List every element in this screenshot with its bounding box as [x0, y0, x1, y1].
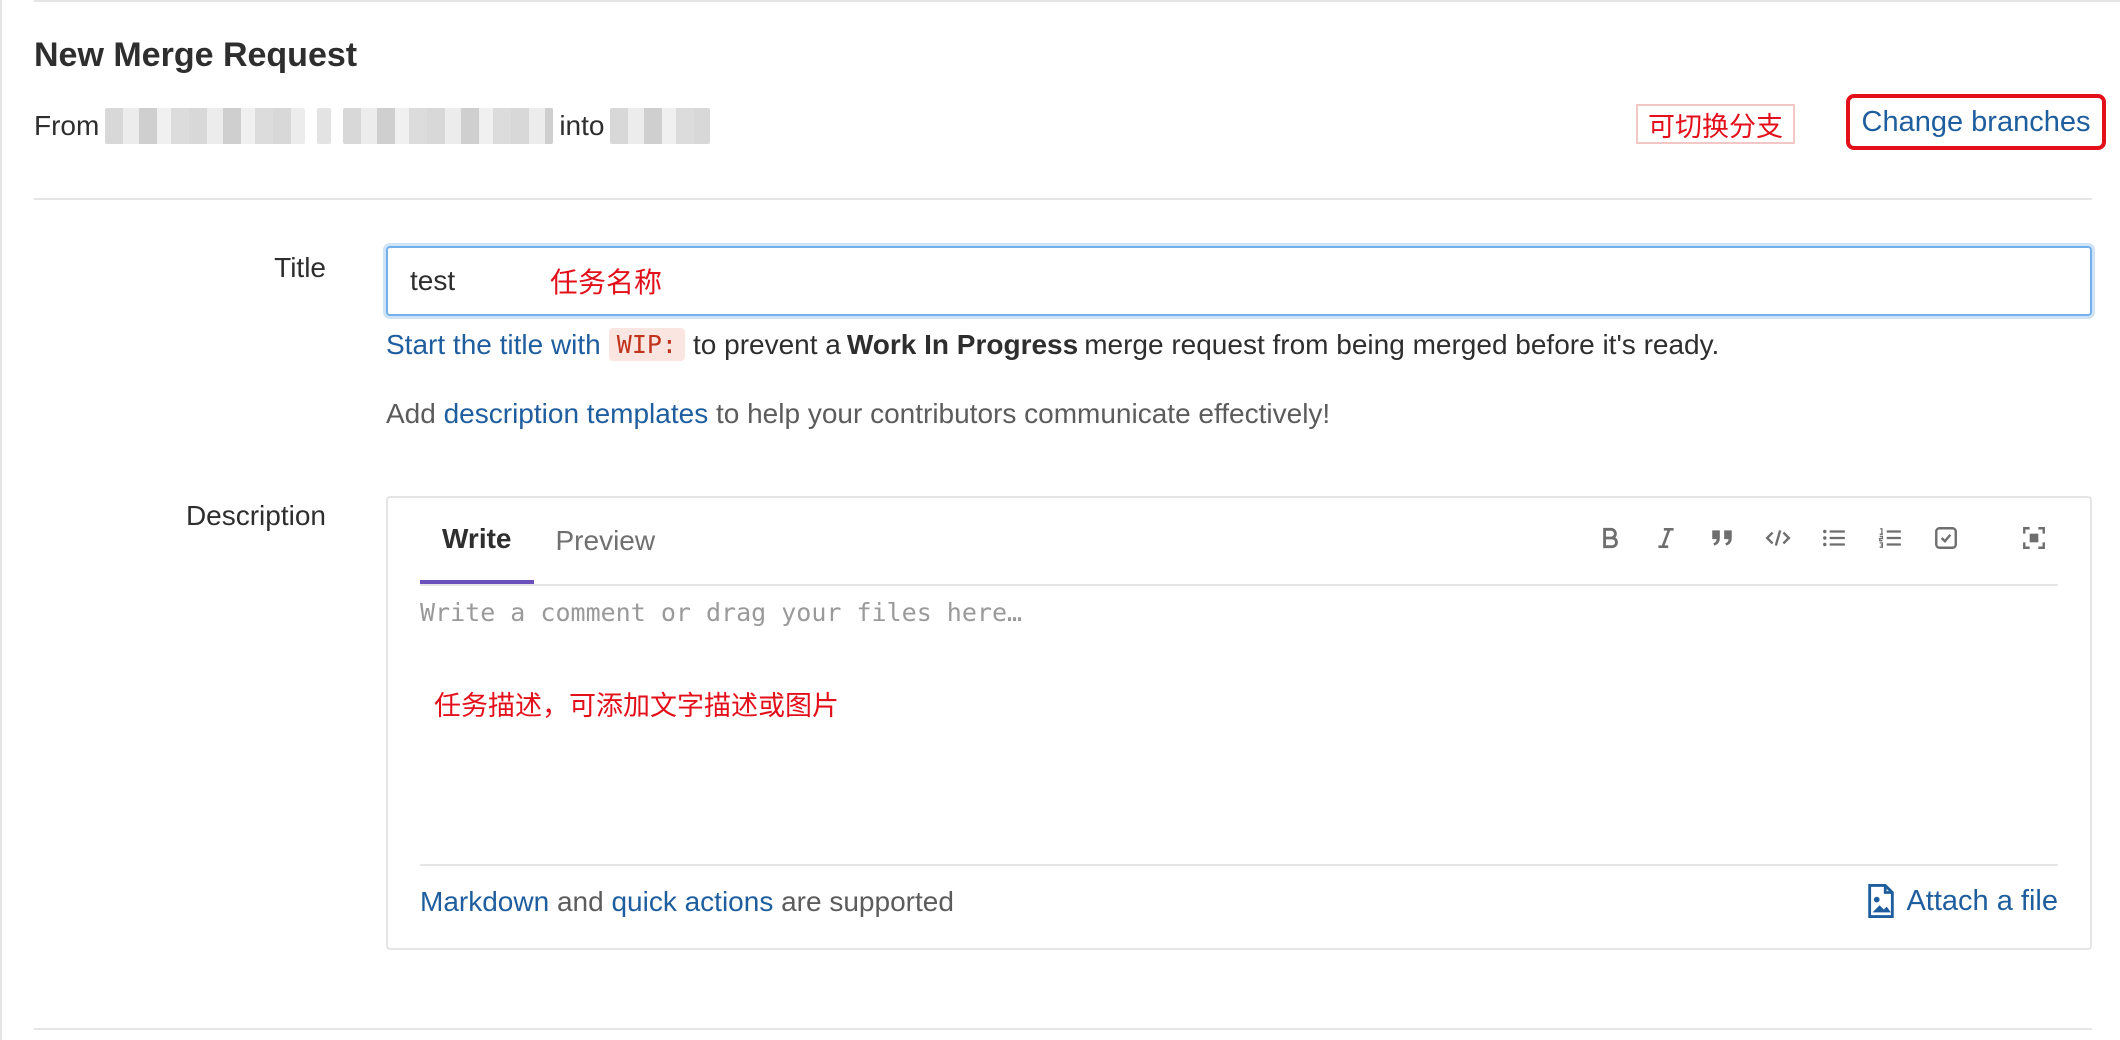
change-branches-link[interactable]: Change branches [1846, 94, 2106, 150]
wip-hint-link[interactable]: Start the title with [386, 329, 601, 361]
into-label: into [559, 110, 605, 141]
title-annotation: 任务名称 [550, 267, 663, 298]
source-branch-redacted [343, 108, 554, 144]
editor-tabs: Write Preview [420, 498, 677, 584]
left-border [0, 0, 2, 1040]
title-value: test [410, 265, 456, 296]
tab-preview[interactable]: Preview [534, 498, 678, 584]
from-label: From [34, 110, 100, 141]
task-list-icon[interactable] [1918, 516, 1974, 560]
fullscreen-icon[interactable] [2006, 516, 2062, 560]
target-branch-redacted [610, 108, 711, 144]
section-divider [34, 198, 2092, 200]
code-icon[interactable] [1750, 516, 1806, 560]
attach-file-label: Attach a file [1906, 884, 2058, 917]
templates-hint: Add description templates to help your c… [386, 398, 1330, 430]
attach-file-button[interactable]: Attach a file [1866, 884, 2058, 918]
wip-hint-middle: to prevent a [692, 328, 841, 360]
wip-code: WIP: [608, 328, 685, 361]
markdown-toolbar [1582, 516, 2062, 560]
quick-actions-link[interactable]: quick actions [611, 886, 773, 917]
numbered-list-icon[interactable] [1862, 516, 1918, 560]
footer-divider [420, 864, 2058, 866]
templates-hint-prefix: Add [386, 398, 436, 429]
editor-footer: Markdown and quick actions are supported [420, 886, 954, 918]
page-title: New Merge Request [34, 36, 358, 74]
source-branch-redacted [105, 108, 306, 144]
tabs-divider [420, 584, 2058, 586]
bottom-divider [34, 1028, 2092, 1030]
title-input[interactable]: test 任务名称 [386, 246, 2092, 316]
italic-icon[interactable] [1638, 516, 1694, 560]
description-templates-link[interactable]: description templates [444, 398, 709, 429]
bold-icon[interactable] [1582, 516, 1638, 560]
image-file-icon [1868, 884, 1895, 918]
description-editor: Write Preview 任务描述，可添加文字描述或图片 [386, 496, 2092, 950]
wip-hint-bold: Work In Progress [846, 328, 1079, 360]
source-branch-redacted [317, 108, 332, 144]
wip-hint-end: merge request from being merged before i… [1084, 328, 1720, 360]
branch-line: From into [34, 104, 716, 148]
markdown-link[interactable]: Markdown [420, 886, 549, 917]
templates-hint-suffix: to help your contributors communicate ef… [715, 398, 1331, 429]
title-label: Title [274, 252, 326, 283]
tab-write[interactable]: Write [420, 498, 534, 584]
description-annotation: 任务描述，可添加文字描述或图片 [434, 691, 839, 721]
description-label: Description [185, 500, 326, 531]
bullet-list-icon[interactable] [1806, 516, 1862, 560]
footer-supported: are supported [781, 886, 954, 917]
quote-icon[interactable] [1694, 516, 1750, 560]
top-divider [34, 0, 2120, 2]
wip-hint: Start the title with WIP: to prevent a W… [386, 328, 1719, 361]
branch-annotation: 可切换分支 [1636, 104, 1795, 144]
footer-and: and [556, 886, 604, 917]
